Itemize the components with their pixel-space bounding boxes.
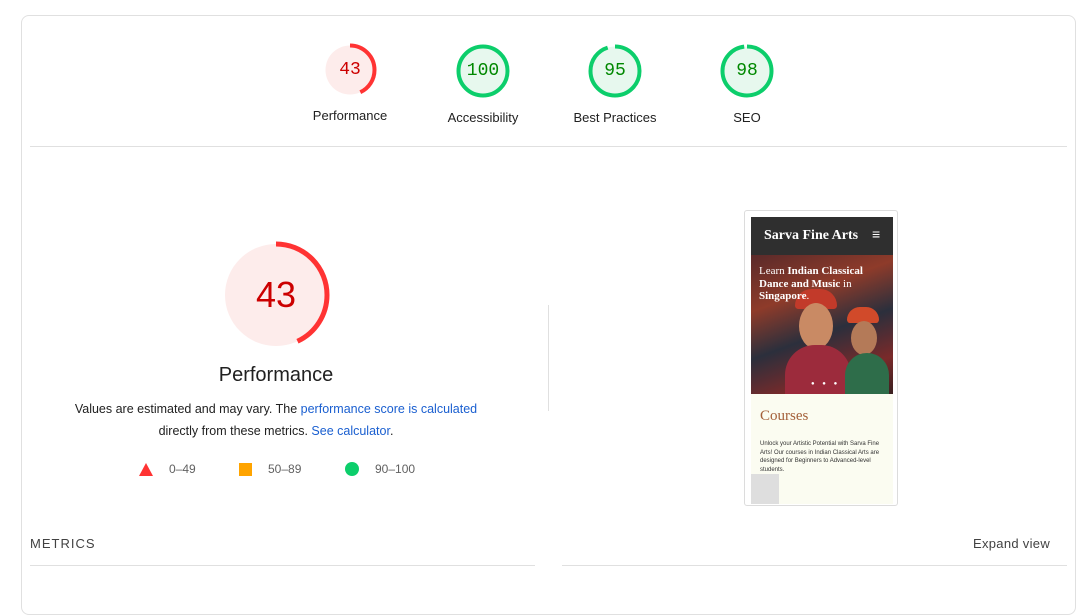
metrics-divider-right [562, 565, 1067, 566]
dancer-costume-2 [845, 353, 889, 394]
performance-score-large: 43 [255, 274, 297, 315]
gauge-label: SEO [733, 110, 761, 125]
screenshot-courses-text: Unlock your Artistic Potential with Sarv… [760, 441, 880, 473]
performance-title: Performance [218, 364, 334, 386]
screenshot-image-placeholder [751, 474, 779, 504]
gauge-score: 95 [604, 61, 626, 81]
desc-text-end: . [389, 424, 394, 438]
gauge-seo[interactable]: 98 SEO [719, 43, 775, 133]
square-icon [239, 462, 252, 476]
dancer-face [799, 303, 833, 349]
gauge-label: Best Practices [573, 110, 657, 125]
final-screenshot[interactable]: Sarva Fine Arts ≡ Learn Indian Classical… [744, 210, 898, 506]
screenshot-courses-section: Courses Unlock your Artistic Potential w… [751, 394, 893, 504]
carousel-dots-icon: ● ● ● [811, 381, 841, 387]
legend-range-fail: 0–49 [169, 462, 196, 476]
circle-icon [345, 462, 359, 476]
expand-view-button[interactable]: Expand view [973, 536, 1050, 551]
vertical-divider [548, 305, 549, 411]
desc-text-1: Values are estimated and may vary. The [74, 402, 301, 416]
screenshot-hero-text: Learn Indian Classical Dance and Music i… [759, 265, 863, 302]
screenshot-site-title: Sarva Fine Arts [764, 228, 859, 243]
gauge-label: Performance [312, 108, 388, 123]
legend-pass: 90–100 [345, 462, 415, 476]
screenshot-hero-image: Learn Indian Classical Dance and Music i… [751, 255, 893, 394]
legend-average: 50–89 [239, 462, 301, 476]
metrics-heading: METRICS [30, 536, 96, 551]
section-divider [30, 146, 1067, 147]
legend-range-average: 50–89 [268, 462, 302, 476]
dancer-face-2 [851, 321, 877, 355]
gauge-best-practices[interactable]: 95 Best Practices [573, 43, 657, 133]
gauge-label: Accessibility [447, 110, 519, 125]
performance-gauge-large: 43 [221, 240, 331, 350]
screenshot-header: Sarva Fine Arts ≡ [751, 217, 893, 255]
score-calculated-link[interactable]: performance score is calculated [301, 402, 477, 416]
legend-fail: 0–49 [139, 462, 196, 476]
screenshot-courses-title: Courses [760, 408, 809, 424]
desc-text-2: directly from these metrics. [158, 424, 312, 438]
legend-range-pass: 90–100 [375, 462, 416, 476]
hamburger-menu-icon: ≡ [872, 226, 881, 242]
metrics-divider-left [30, 565, 535, 566]
gauge-score: 98 [736, 61, 758, 81]
gauge-accessibility[interactable]: 100 Accessibility [448, 43, 518, 133]
gauge-score: 100 [466, 61, 500, 81]
gauge-performance[interactable]: 43 Performance [313, 42, 387, 132]
triangle-icon [139, 462, 153, 476]
gauge-score: 43 [339, 60, 361, 80]
see-calculator-link[interactable]: See calculator [311, 424, 390, 438]
performance-description: Values are estimated and may vary. The p… [56, 398, 496, 442]
